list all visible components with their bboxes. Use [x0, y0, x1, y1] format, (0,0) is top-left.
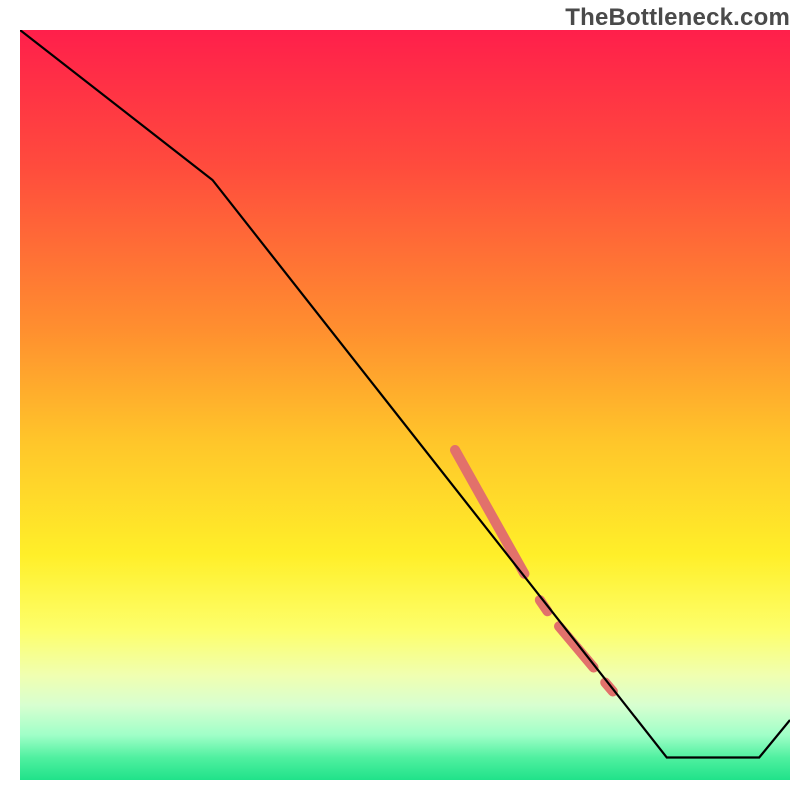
gradient-background: [20, 30, 790, 780]
chart-container: { "watermark": "TheBottleneck.com", "cha…: [0, 0, 800, 800]
watermark-text: TheBottleneck.com: [565, 4, 790, 32]
chart-svg: [0, 0, 800, 800]
